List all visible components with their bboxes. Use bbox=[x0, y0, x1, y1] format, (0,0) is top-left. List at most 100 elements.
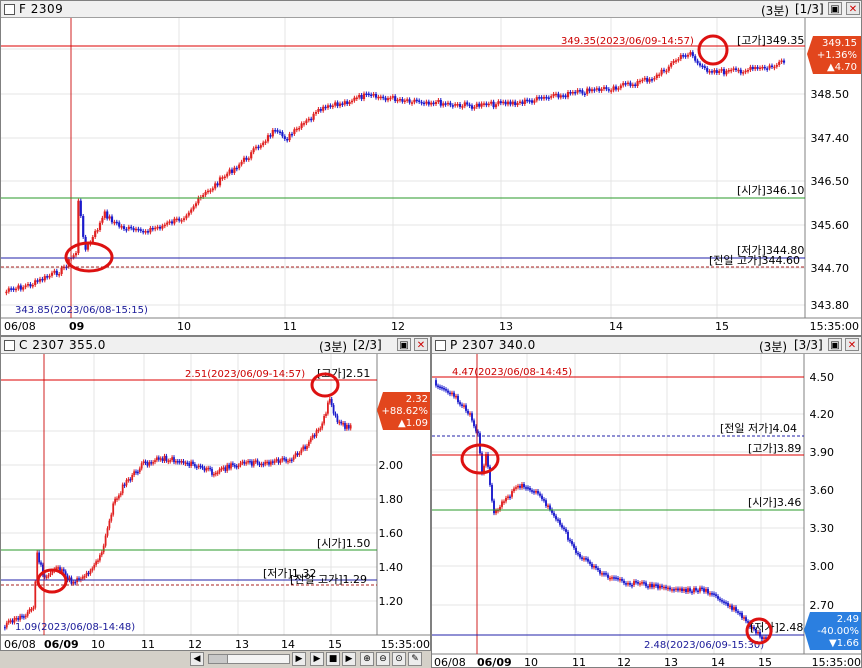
maximize-icon[interactable]: ▣ bbox=[397, 338, 411, 351]
candle-body bbox=[725, 70, 728, 75]
candle-body bbox=[130, 226, 133, 229]
candle-body bbox=[543, 499, 545, 501]
candle-body bbox=[681, 588, 683, 592]
close-icon[interactable]: ✕ bbox=[845, 338, 859, 351]
candle-body bbox=[365, 93, 368, 95]
close-icon[interactable]: ✕ bbox=[414, 338, 428, 351]
futures-chart-titlebar[interactable]: F 2309 (3분) [1/3] ▣ ✕ bbox=[1, 1, 861, 18]
pane-select-checkbox[interactable] bbox=[4, 4, 15, 15]
zoom-in-icon[interactable]: ⊕ bbox=[360, 652, 374, 666]
candle-body bbox=[631, 584, 633, 587]
candle-body bbox=[226, 173, 229, 177]
candle-body bbox=[533, 100, 536, 103]
candle-body bbox=[538, 97, 541, 99]
futures-candle-chart[interactable]: 349.35(2023/06/09-14:57) [고가]349.35 [시가]34… bbox=[1, 18, 862, 336]
candle-body bbox=[487, 454, 489, 467]
candle-body bbox=[49, 573, 52, 575]
candle-body bbox=[311, 435, 314, 439]
candle-body bbox=[743, 617, 745, 619]
candle-body bbox=[482, 103, 486, 105]
candle-body bbox=[539, 493, 541, 496]
scrollbar-thumb[interactable] bbox=[209, 655, 228, 663]
candle-body bbox=[347, 424, 350, 429]
scroll-right-icon[interactable]: ▶ bbox=[292, 652, 306, 666]
candle-body bbox=[670, 63, 673, 67]
candle-body bbox=[617, 88, 620, 90]
time-scrollbar[interactable] bbox=[208, 654, 290, 664]
candle-body bbox=[430, 102, 433, 105]
candle-body bbox=[473, 106, 476, 109]
scroll-left-icon[interactable]: ◀ bbox=[190, 652, 204, 666]
candle-body bbox=[262, 142, 265, 146]
candle-body bbox=[478, 103, 481, 107]
put-option-chart-pane[interactable]: P 2307 340.0 (3분) [3/3] ▣ ✕ 4.47(2023/06… bbox=[431, 336, 862, 668]
candle-body bbox=[95, 561, 97, 565]
tool-icon[interactable]: ✎ bbox=[408, 652, 422, 666]
candle-body bbox=[205, 468, 208, 471]
candle-body bbox=[245, 157, 248, 160]
put-candle-chart[interactable]: 4.47(2023/06/08-14:45) [전일 저가]4.04 [고가]3.8… bbox=[432, 354, 862, 668]
candle-body bbox=[266, 461, 268, 464]
candle-body bbox=[242, 157, 246, 162]
pane-select-checkbox[interactable] bbox=[4, 340, 15, 351]
candle-body bbox=[23, 616, 25, 618]
play-icon[interactable]: ▶ bbox=[310, 652, 324, 666]
zoom-out-icon[interactable]: ⊖ bbox=[376, 652, 390, 666]
candle-body bbox=[679, 55, 682, 60]
call-candle-chart[interactable]: 2.51(2023/06/09-14:57) [고가]2.51[시가]1.50[저… bbox=[1, 354, 431, 651]
chart-pane-index: [3/3] bbox=[794, 338, 823, 352]
time-axis-clock: 15:35:00 bbox=[812, 656, 861, 668]
candle-body bbox=[245, 462, 248, 464]
candle-body bbox=[513, 488, 515, 492]
time-axis-label: 06/08 bbox=[4, 638, 36, 651]
put-chart-titlebar[interactable]: P 2307 340.0 (3분) [3/3] ▣ ✕ bbox=[432, 337, 861, 354]
candle-body bbox=[290, 133, 294, 136]
candle-body bbox=[646, 77, 649, 82]
candle-body bbox=[643, 77, 646, 80]
zoom-reset-icon[interactable]: ⊙ bbox=[392, 652, 406, 666]
candle-body bbox=[94, 231, 97, 237]
high-annotation: 2.51(2023/06/09-14:57) bbox=[185, 369, 305, 380]
maximize-icon[interactable]: ▣ bbox=[828, 338, 842, 351]
candle-body bbox=[239, 462, 242, 466]
candle-body bbox=[734, 68, 738, 70]
candle-body bbox=[449, 102, 452, 106]
candle-body bbox=[629, 82, 632, 86]
candle-body bbox=[507, 496, 509, 499]
call-chart-titlebar[interactable]: C 2307 355.0 (3분) [2/3] ▣ ✕ bbox=[1, 337, 430, 354]
candle-body bbox=[338, 103, 342, 107]
stop-icon[interactable]: ■ bbox=[326, 652, 340, 666]
candle-body bbox=[283, 136, 286, 139]
candle-body bbox=[684, 55, 687, 57]
candle-body bbox=[451, 392, 453, 395]
pane-select-checkbox[interactable] bbox=[435, 340, 446, 351]
candle-body bbox=[158, 226, 162, 229]
close-icon[interactable]: ✕ bbox=[846, 2, 860, 15]
candle-body bbox=[770, 65, 774, 68]
candle-body bbox=[641, 582, 643, 584]
candle-body bbox=[744, 70, 747, 73]
candle-body bbox=[277, 459, 280, 463]
candle-body bbox=[62, 569, 65, 572]
candle-body bbox=[458, 104, 462, 107]
maximize-icon[interactable]: ▣ bbox=[828, 2, 842, 15]
chart-pane-index: [2/3] bbox=[353, 338, 382, 352]
candle-body bbox=[401, 98, 404, 102]
candle-body bbox=[391, 96, 394, 98]
candle-body bbox=[469, 413, 471, 415]
candle-body bbox=[693, 588, 695, 593]
candle-body bbox=[782, 60, 786, 63]
badge-percent: -40.00% bbox=[817, 626, 859, 637]
candle-body bbox=[85, 572, 88, 577]
candle-body bbox=[22, 287, 25, 290]
candle-body bbox=[58, 273, 61, 276]
candle-body bbox=[641, 79, 644, 82]
candle-body bbox=[689, 52, 692, 55]
candle-body bbox=[485, 103, 488, 106]
next-icon[interactable]: ▶ bbox=[342, 652, 356, 666]
candle-body bbox=[494, 104, 498, 108]
call-option-chart-pane[interactable]: C 2307 355.0 (3분) [2/3] ▣ ✕ 2.51(2023/06… bbox=[0, 336, 431, 651]
candle-body bbox=[118, 495, 120, 499]
futures-chart-pane[interactable]: F 2309 (3분) [1/3] ▣ ✕ 349.35(2023/06/09-… bbox=[0, 0, 862, 336]
candle-body bbox=[661, 585, 663, 588]
